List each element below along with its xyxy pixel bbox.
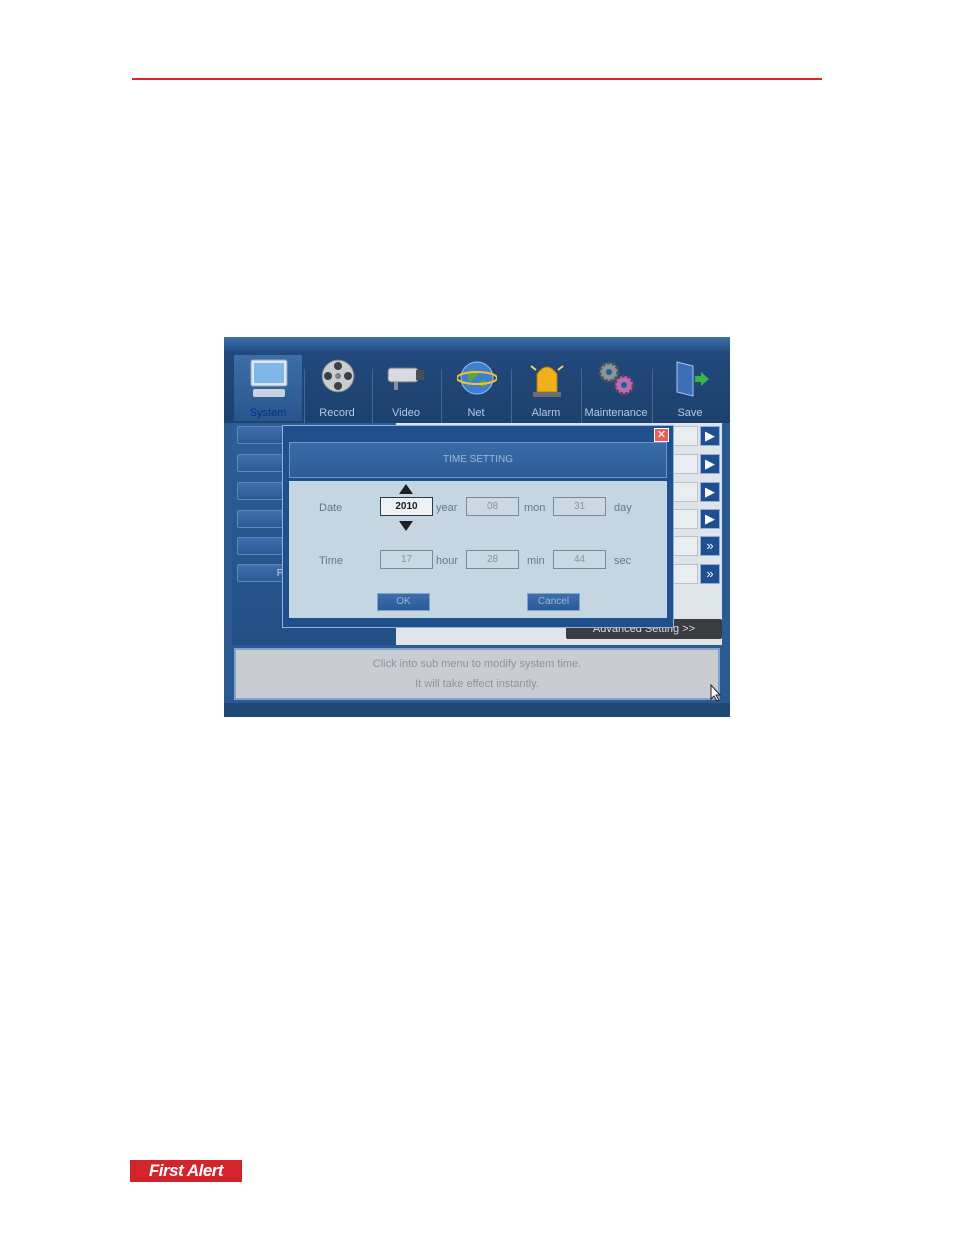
tab-alarm[interactable]: Alarm xyxy=(512,355,580,421)
tab-label: Alarm xyxy=(531,407,561,419)
first-alert-logo: First Alert xyxy=(130,1160,242,1182)
tab-video[interactable]: Video xyxy=(372,355,440,421)
tab-label: Video xyxy=(392,407,420,419)
hint-line-1: Click into sub menu to modify system tim… xyxy=(372,658,582,670)
ok-button[interactable]: OK xyxy=(377,593,430,611)
camera-icon xyxy=(387,367,424,390)
second-unit: sec xyxy=(614,555,632,567)
globe-icon xyxy=(457,361,497,395)
month-field[interactable]: 08 xyxy=(466,497,519,516)
expand-arrow-icon[interactable]: ▶ xyxy=(700,482,720,502)
second-field[interactable]: 44 xyxy=(553,550,606,569)
hour-unit: hour xyxy=(436,555,459,567)
dialog-header: TIME SETTING xyxy=(289,442,667,478)
tab-net[interactable]: Net xyxy=(442,355,510,421)
tab-record[interactable]: Record xyxy=(303,355,371,421)
day-field[interactable]: 31 xyxy=(553,497,606,516)
year-unit: year xyxy=(436,502,458,514)
mouse-pointer-icon xyxy=(710,684,722,702)
tab-label: System xyxy=(249,407,287,419)
expand-arrow-icon[interactable]: ▶ xyxy=(700,509,720,529)
hint-line-2: It will take effect instantly. xyxy=(415,678,539,690)
expand-arrow-icon[interactable]: ▶ xyxy=(700,454,720,474)
monitor-icon xyxy=(250,359,288,397)
close-icon[interactable]: ✕ xyxy=(654,428,669,442)
decrement-arrow-icon[interactable] xyxy=(399,521,413,531)
expand-arrow-icon[interactable]: ▶ xyxy=(700,426,720,446)
increment-arrow-icon[interactable] xyxy=(399,484,413,494)
hour-field[interactable]: 17 xyxy=(380,550,433,569)
tab-system[interactable]: System xyxy=(234,355,302,421)
save-icon xyxy=(676,361,709,397)
tab-divider xyxy=(652,369,653,431)
gears-icon xyxy=(598,361,635,396)
double-chevron-icon[interactable]: » xyxy=(700,536,720,556)
date-label: Date xyxy=(319,502,343,514)
tab-label: Maintenance xyxy=(584,407,648,419)
tab-maintenance[interactable]: Maintenance xyxy=(581,355,651,421)
dvr-menu-screen: System Record Video Net Alarm Maintenanc… xyxy=(224,337,730,717)
tab-label: Net xyxy=(467,407,485,419)
minute-unit: min xyxy=(527,555,545,567)
tab-label: Record xyxy=(319,407,355,419)
tab-save[interactable]: Save xyxy=(656,355,724,421)
screen-top-bar xyxy=(224,337,730,351)
time-setting-dialog: ✕ TIME SETTING Date 2010 year 08 mon 31 … xyxy=(282,425,674,628)
year-field[interactable]: 2010 xyxy=(380,497,433,516)
month-unit: mon xyxy=(524,502,546,514)
main-tab-bar: System Record Video Net Alarm Maintenanc… xyxy=(224,351,730,431)
tab-label: Save xyxy=(677,407,703,419)
dialog-title: TIME SETTING xyxy=(443,454,513,465)
alarm-light-icon xyxy=(530,365,564,397)
day-unit: day xyxy=(614,502,632,514)
film-reel-icon xyxy=(321,359,355,393)
header-rule xyxy=(132,78,822,80)
hint-box: Click into sub menu to modify system tim… xyxy=(234,648,720,700)
screen-bottom-bar xyxy=(224,703,730,717)
time-label: Time xyxy=(319,555,344,567)
dialog-body: Date 2010 year 08 mon 31 day Time 17 hou… xyxy=(289,481,667,618)
minute-field[interactable]: 28 xyxy=(466,550,519,569)
cancel-button[interactable]: Cancel xyxy=(527,593,580,611)
double-chevron-icon[interactable]: » xyxy=(700,564,720,584)
